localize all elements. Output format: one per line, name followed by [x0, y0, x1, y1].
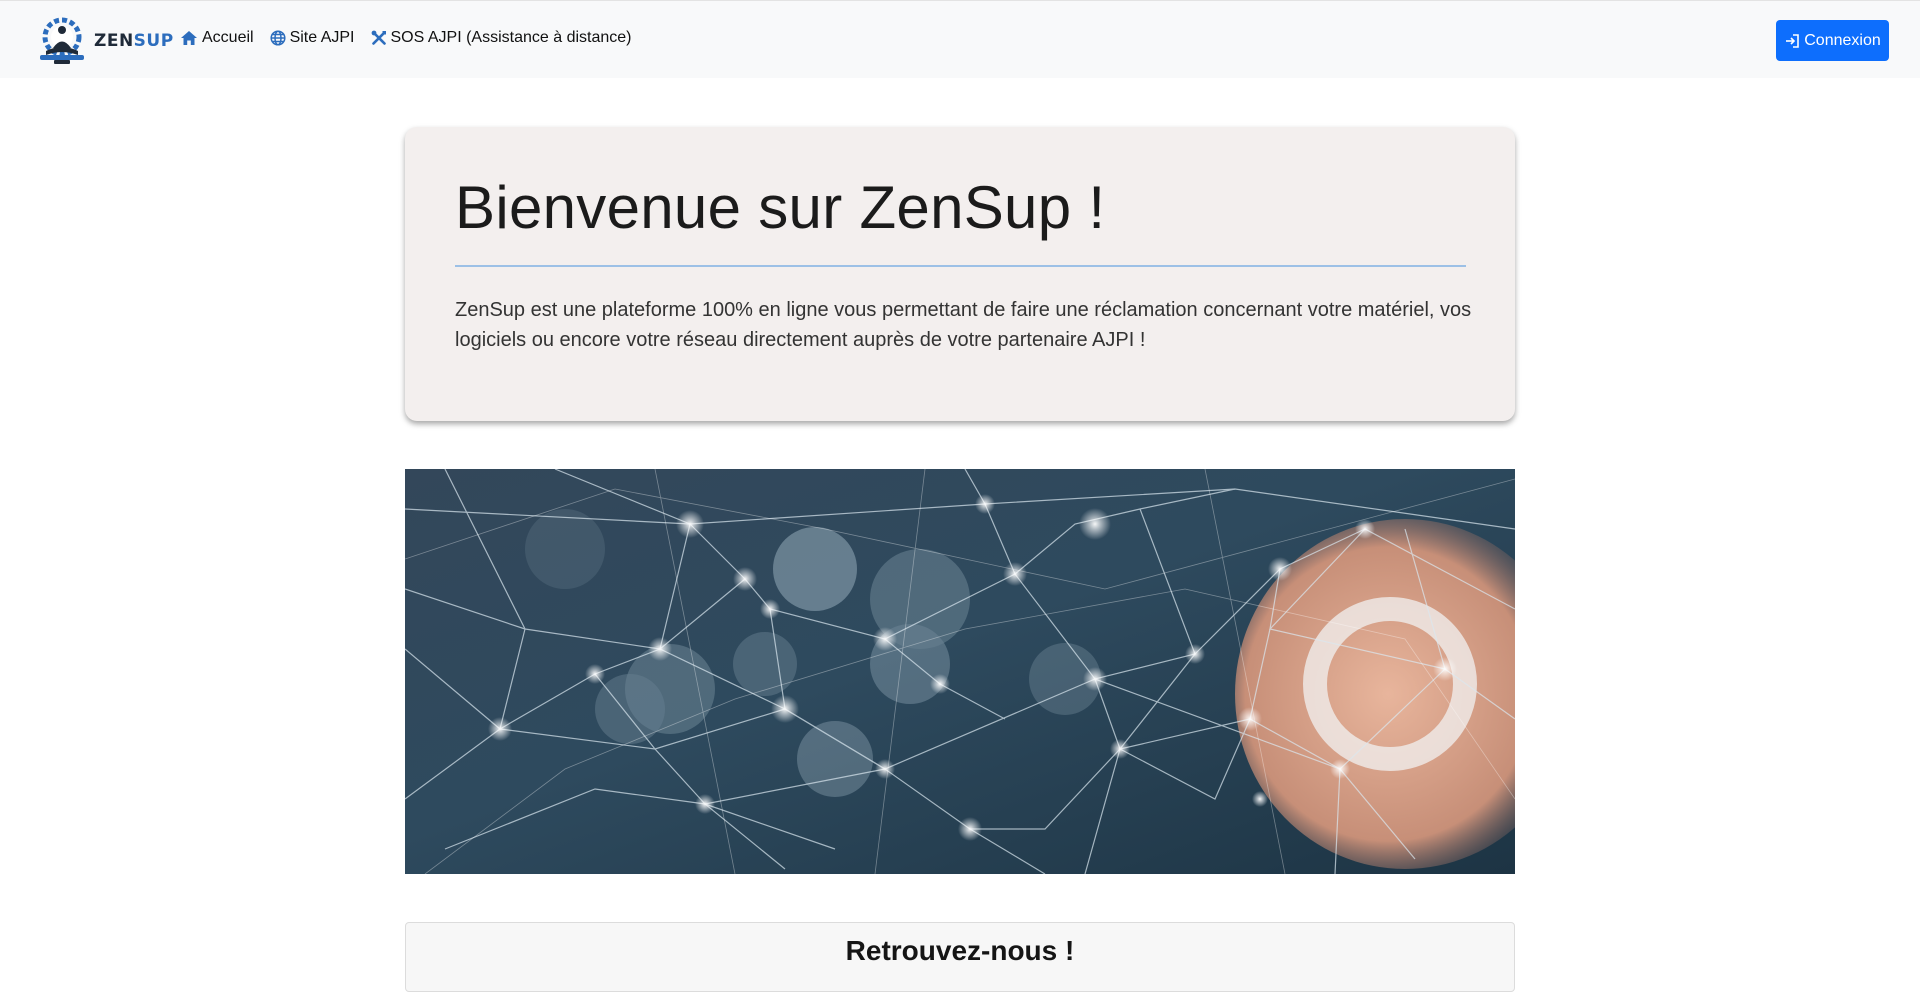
brand-name-zen: ZEN: [94, 31, 134, 51]
intro-paragraph: ZenSup est une plateforme 100% en ligne …: [455, 299, 1472, 351]
nav-item-label: Accueil: [202, 29, 254, 46]
nav-item-site-ajpi[interactable]: Site AJPI: [270, 29, 355, 47]
welcome-card: Bienvenue sur ZenSup ! ZenSup est une pl…: [405, 127, 1515, 421]
nav-item-accueil[interactable]: Accueil: [180, 29, 254, 47]
banner-illustration: [405, 469, 1515, 874]
section-title: Retrouvez-nous !: [845, 935, 1075, 966]
tools-icon: [371, 30, 386, 45]
network-hand-image: [405, 469, 1515, 874]
zensup-logo-icon: [40, 17, 84, 64]
nav-item-label: SOS AJPI (Assistance à distance): [390, 29, 632, 46]
globe-icon: [270, 30, 286, 46]
find-us-section: Retrouvez-nous !: [405, 922, 1515, 992]
title-divider: [455, 265, 1466, 267]
nav-links: Accueil Site AJPI SOS AJPI (Assistance à…: [180, 29, 648, 47]
login-button-label: Connexion: [1804, 31, 1881, 49]
login-icon: [1786, 33, 1800, 48]
brand-name: ZENSUP: [94, 31, 174, 51]
home-icon: [181, 31, 197, 45]
top-navbar: ZENSUP Accueil Site AJPI SOS AJPI (Assis…: [0, 0, 1920, 78]
login-button[interactable]: Connexion: [1776, 20, 1889, 61]
nav-item-label: Site AJPI: [289, 29, 355, 46]
brand-name-sup: SUP: [133, 31, 174, 51]
nav-item-sos-ajpi[interactable]: SOS AJPI (Assistance à distance): [371, 29, 632, 47]
brand-logo[interactable]: ZENSUP: [32, 15, 174, 67]
page-title: Bienvenue sur ZenSup !: [455, 174, 1106, 241]
